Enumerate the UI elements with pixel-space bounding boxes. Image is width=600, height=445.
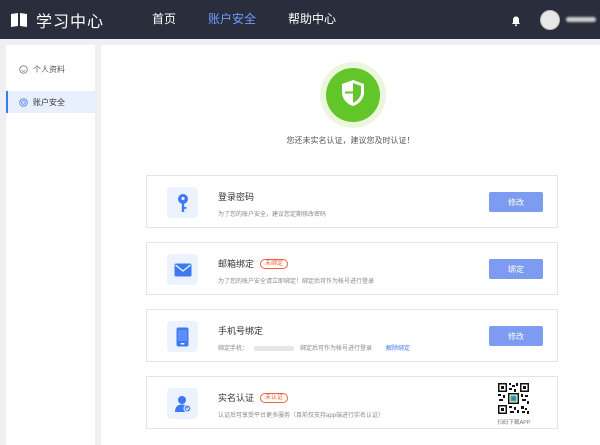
sidebar: 个人资料 账户安全 <box>6 45 95 445</box>
sidebar-item-account-security[interactable]: 账户安全 <box>6 91 95 113</box>
card-title: 实名认证 未认证 <box>218 391 289 404</box>
phone-icon <box>167 321 198 352</box>
card-desc: 绑定手机： 绑定后可作为帐号进行登录 解除绑定 <box>218 343 410 352</box>
card-email-binding: 邮箱绑定 未绑定 为了您的账户安全请立即绑定！绑定后可作为帐号进行登录 绑定 <box>146 242 558 295</box>
card-title: 邮箱绑定 未绑定 <box>218 257 289 270</box>
nav-help-center[interactable]: 帮助中心 <box>288 0 336 39</box>
security-status-badge <box>320 62 386 128</box>
username-redacted[interactable] <box>566 17 596 22</box>
target-icon <box>19 97 28 107</box>
status-badge: 未绑定 <box>260 258 289 269</box>
top-header: 学习中心 首页 账户安全 帮助中心 <box>0 0 600 39</box>
change-phone-button[interactable]: 修改 <box>489 326 543 346</box>
bind-email-button[interactable]: 绑定 <box>489 259 543 279</box>
card-real-name-verification: 实名认证 未认证 认证后可享受平台更多服务（目前仅支持app端进行实名认证） 扫… <box>146 376 558 429</box>
mail-icon <box>167 254 198 285</box>
card-title: 登录密码 <box>218 190 254 203</box>
card-title-text: 邮箱绑定 <box>218 259 255 269</box>
book-icon <box>10 12 28 28</box>
shield-icon <box>340 79 366 112</box>
sidebar-item-profile[interactable]: 个人资料 <box>6 58 95 80</box>
smile-icon <box>19 64 28 74</box>
app-download-qr-code <box>497 382 530 415</box>
card-phone-binding: 手机号绑定 绑定手机： 绑定后可作为帐号进行登录 解除绑定 修改 <box>146 309 558 362</box>
phone-desc: 绑定后可作为帐号进行登录 <box>300 346 373 352</box>
card-title-text: 登录密码 <box>218 192 255 202</box>
card-desc: 为了您的账户安全，建议您定期修改密码 <box>218 212 327 218</box>
key-icon <box>167 187 198 218</box>
phone-label: 绑定手机： <box>218 346 249 352</box>
logo[interactable]: 学习中心 <box>10 8 140 32</box>
card-desc: 认证后可享受平台更多服务（目前仅支持app端进行实名认证） <box>218 413 385 419</box>
app-title: 学习中心 <box>36 13 105 31</box>
sidebar-item-label: 个人资料 <box>33 64 65 74</box>
header-user-area <box>510 0 600 39</box>
nav-home[interactable]: 首页 <box>152 0 176 39</box>
nav-account-security[interactable]: 账户安全 <box>208 0 256 39</box>
main-nav: 首页 账户安全 帮助中心 <box>152 0 368 39</box>
bell-icon[interactable] <box>510 14 522 26</box>
avatar[interactable] <box>540 9 560 30</box>
qr-caption: 扫码下载APP <box>497 420 531 426</box>
card-title-text: 手机号绑定 <box>218 326 264 336</box>
card-login-password: 登录密码 为了您的账户安全，建议您定期修改密码 修改 <box>146 175 558 228</box>
card-desc: 为了您的账户安全请立即绑定！绑定后可作为帐号进行登录 <box>218 279 375 285</box>
card-title-text: 实名认证 <box>218 393 255 403</box>
main-content: 您还未实名认证，建议您及时认证！ 登录密码 为了您的账户安全，建议您定期修改密码… <box>101 45 600 445</box>
sidebar-item-label: 账户安全 <box>33 97 65 107</box>
user-verified-icon <box>167 388 198 419</box>
card-title: 手机号绑定 <box>218 324 263 337</box>
unbind-phone-link[interactable]: 解除绑定 <box>386 346 410 352</box>
phone-number-redacted <box>254 345 295 351</box>
verification-notice: 您还未实名认证，建议您及时认证！ <box>286 136 415 145</box>
status-badge: 未认证 <box>260 392 289 403</box>
change-password-button[interactable]: 修改 <box>489 192 543 212</box>
